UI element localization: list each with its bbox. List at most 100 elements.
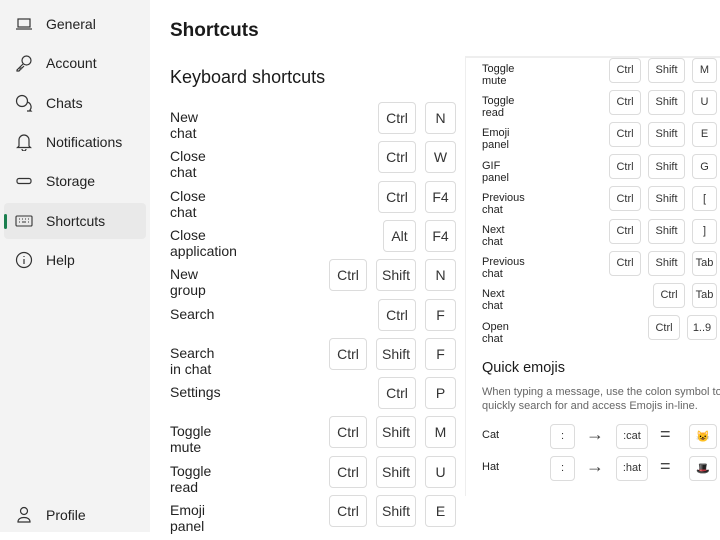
equals-icon: = — [660, 424, 671, 444]
sidebar-item-general[interactable]: General — [4, 6, 146, 42]
shortcuts-overlay-panel: Toggle mute M Shift Ctrl Toggle read U Shift Ct… — [465, 56, 720, 496]
sidebar-item-notifications[interactable]: Notifications — [4, 124, 146, 160]
key-cap: Ctrl — [609, 89, 641, 115]
shortcut-label: Toggle mute — [482, 63, 515, 87]
key-cap: Shift — [648, 121, 685, 147]
shortcut-label: Toggle read — [482, 95, 515, 120]
shortcut-label: Next chat — [482, 224, 505, 248]
sidebar-item-storage[interactable]: Storage — [4, 163, 146, 199]
shortcut-label: Search — [170, 305, 215, 322]
key-cap: G — [692, 154, 717, 180]
key-cap: F — [425, 337, 456, 370]
quick-emojis-title: Quick emojis — [482, 360, 565, 376]
key-cap: N — [425, 102, 456, 134]
sidebar-item-label: General — [46, 16, 96, 32]
key-cap: Ctrl — [378, 377, 416, 410]
key-cap: Shift — [376, 455, 416, 488]
sidebar-item-label: Help — [46, 251, 75, 268]
key-cap: W — [425, 141, 456, 174]
shortcut-label: Toggle mute — [170, 423, 212, 456]
key-icon — [14, 54, 34, 72]
key-cap: Shift — [648, 89, 685, 115]
key-cap: F4 — [425, 180, 456, 213]
shortcut-label: Search in chat — [170, 344, 215, 377]
key-cap: Ctrl — [329, 416, 367, 449]
key-cap: F4 — [425, 219, 456, 252]
shortcut-label: GIF panel — [482, 159, 509, 184]
key-cap: [ — [692, 186, 717, 212]
storage-icon — [14, 177, 34, 185]
emoji-label: Cat — [482, 429, 500, 441]
shortcut-label: New chat — [170, 109, 199, 141]
key-cap: Tab — [692, 250, 717, 276]
sidebar-item-profile[interactable]: Profile — [4, 497, 146, 533]
key-cap: Ctrl — [329, 455, 367, 488]
key-cap: ] — [692, 218, 717, 244]
key-cap: U — [425, 455, 456, 488]
key-cap: Ctrl — [329, 337, 367, 370]
key-cap: E — [692, 121, 717, 147]
shortcut-label: Emoji panel — [482, 127, 510, 152]
key-cap: Shift — [376, 495, 416, 527]
arrow-right-icon: → — [586, 424, 604, 444]
key-cap: Shift — [376, 416, 416, 449]
arrow-right-icon: → — [586, 456, 604, 476]
emoji-code: :hat — [616, 455, 648, 481]
key-cap: Ctrl — [609, 186, 641, 212]
sidebar-item-shortcuts[interactable]: Shortcuts — [4, 202, 146, 239]
key-cap: Ctrl — [378, 180, 416, 213]
key-cap: Ctrl — [648, 315, 680, 341]
key-cap: Alt — [383, 219, 416, 252]
sidebar-item-account[interactable]: Account — [4, 45, 146, 81]
keyboard-icon — [14, 214, 34, 227]
key-cap: N — [425, 259, 456, 292]
emoji-result: 🎩 — [689, 455, 717, 481]
key-cap: Shift — [648, 154, 685, 180]
person-icon — [14, 506, 34, 524]
shortcut-label: Close application — [170, 226, 237, 259]
sidebar-item-label: Chats — [46, 94, 83, 111]
key-cap: Tab — [692, 282, 717, 308]
sidebar-item-help[interactable]: Help — [4, 242, 146, 278]
shortcut-label: Previous chat — [482, 191, 525, 216]
quick-emojis-description: When typing a message, use the colon sym… — [482, 386, 720, 412]
key-cap: Ctrl — [653, 282, 685, 308]
key-cap: Ctrl — [329, 259, 367, 292]
sidebar-item-label: Shortcuts — [46, 212, 106, 229]
key-cap: 1..9 — [687, 315, 717, 341]
shortcut-label: Open chat — [482, 320, 509, 345]
page-title: Shortcuts — [170, 20, 259, 41]
key-cap: Shift — [648, 57, 685, 83]
key-cap: Ctrl — [378, 141, 416, 174]
key-cap: Shift — [376, 337, 416, 370]
shortcut-label: Toggle read — [170, 462, 212, 495]
sidebar-item-label: Storage — [46, 173, 96, 190]
equals-icon: = — [660, 456, 671, 476]
emoji-code: :cat — [616, 423, 648, 449]
emoji-result: 😺 — [689, 423, 717, 449]
shortcut-label: Close chat — [170, 187, 206, 220]
shortcut-label: Close chat — [170, 148, 206, 181]
emoji-label: Hat — [482, 461, 500, 473]
key-cap: Ctrl — [609, 218, 641, 244]
shortcut-label: Next chat — [482, 288, 505, 313]
shortcut-label: Settings — [170, 384, 221, 401]
key-cap: E — [425, 495, 456, 527]
key-cap: M — [692, 57, 717, 83]
sidebar-item-label: Notifications — [46, 133, 123, 150]
key-cap: Shift — [376, 259, 416, 292]
info-icon — [14, 251, 34, 269]
sidebar-item-chats[interactable]: Chats — [4, 85, 146, 121]
key-cap: Shift — [648, 186, 685, 212]
key-cap: U — [692, 89, 717, 115]
section-title: Keyboard shortcuts — [170, 67, 326, 87]
key-cap: Ctrl — [609, 121, 641, 147]
key-cap: Ctrl — [378, 102, 416, 134]
bell-icon — [14, 133, 34, 151]
key-cap: Shift — [648, 218, 685, 244]
key-cap: F — [425, 298, 456, 331]
sidebar: General Account Chats Notifications Storage S… — [0, 0, 150, 532]
shortcut-label: Emoji panel — [170, 502, 206, 534]
key-cap: Shift — [648, 250, 685, 276]
key-cap: Ctrl — [609, 154, 641, 180]
